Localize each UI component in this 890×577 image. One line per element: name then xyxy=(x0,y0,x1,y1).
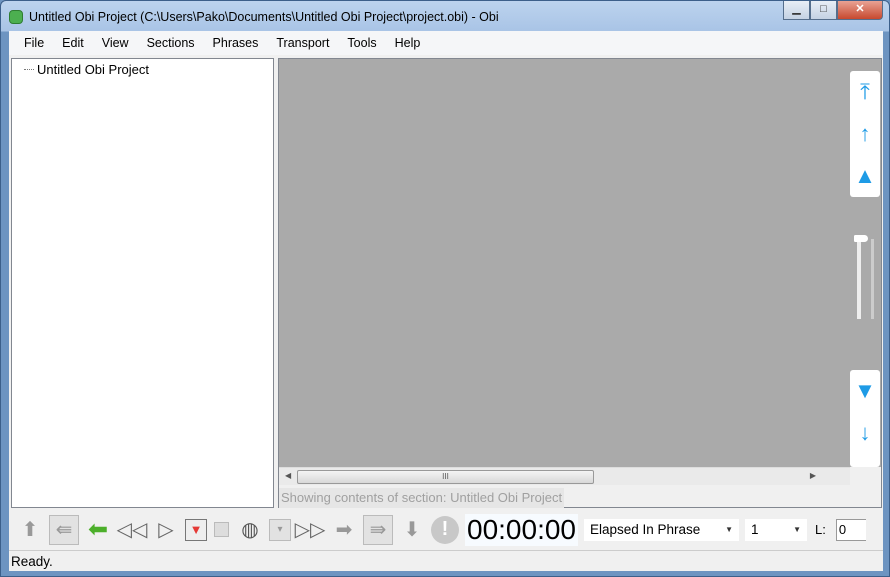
slider-track xyxy=(857,239,861,319)
scroll-up-icon[interactable]: ▲ xyxy=(850,155,880,197)
status-text: Ready. xyxy=(11,554,53,569)
tree-item-label: Untitled Obi Project xyxy=(37,62,149,77)
next-section-icon[interactable]: ⬇ xyxy=(397,515,427,545)
menu-file[interactable]: File xyxy=(15,36,53,50)
pause-record-icon[interactable]: ▾ xyxy=(269,518,291,541)
tree-connector xyxy=(24,69,34,70)
scroll-right-icon[interactable]: ▶ xyxy=(810,471,816,480)
obi-app-icon xyxy=(9,10,23,24)
alert-icon[interactable]: ! xyxy=(431,515,459,544)
menu-tools[interactable]: Tools xyxy=(338,36,385,50)
next-page-icon[interactable]: ➡ xyxy=(329,515,359,545)
minimize-button[interactable]: ▁ xyxy=(783,1,810,20)
status-bar: Ready. xyxy=(9,550,883,571)
previous-page-icon[interactable]: ⬅ xyxy=(83,515,113,545)
time-mode-dropdown[interactable]: Elapsed In Phrase ▼ xyxy=(584,518,739,541)
content-area[interactable] xyxy=(279,59,850,467)
menu-transport[interactable]: Transport xyxy=(267,36,338,50)
page-up-icon[interactable]: ↑ xyxy=(850,113,880,155)
menu-view[interactable]: View xyxy=(93,36,138,50)
section-status: Showing contents of section: Untitled Ob… xyxy=(279,488,565,508)
slider-track-secondary xyxy=(871,239,874,319)
monitor-waveform-icon[interactable]: ◍ xyxy=(235,515,265,545)
menu-help[interactable]: Help xyxy=(386,36,430,50)
window-title: Untitled Obi Project (C:\Users\Pako\Docu… xyxy=(29,10,499,24)
play-icon[interactable]: ▷ xyxy=(151,515,181,545)
level-label: L: xyxy=(815,522,826,537)
next-phrase-icon[interactable]: ⇛ xyxy=(363,514,393,545)
menu-edit[interactable]: Edit xyxy=(53,36,93,50)
menu-phrases[interactable]: Phrases xyxy=(204,36,268,50)
close-button[interactable]: ✕ xyxy=(837,1,883,20)
page-down-icon[interactable]: ↓ xyxy=(850,412,880,454)
level-input[interactable]: 0 xyxy=(835,518,866,541)
transport-toolbar: ⬆ ⇚ ⬅ ◁◁ ▷ ▼ ◍ ▾ ▷▷ ➡ ⇛ ⬇ ! 00:00:00 Ela… xyxy=(9,511,883,548)
zoom-slider[interactable] xyxy=(854,235,876,325)
app-window: Untitled Obi Project (C:\Users\Pako\Docu… xyxy=(0,0,890,577)
maximize-button[interactable]: □ xyxy=(810,1,837,20)
content-view: ⤒ ↑ ▲ ▼ ↓ ⤓ ◀ III ▶ S xyxy=(278,58,882,508)
vertical-navigation-strip: ⤒ ↑ ▲ ▼ ↓ ⤓ xyxy=(850,59,881,467)
slider-thumb[interactable] xyxy=(854,235,868,242)
title-bar: Untitled Obi Project (C:\Users\Pako\Docu… xyxy=(9,7,499,27)
level-dropdown[interactable]: 1 ▼ xyxy=(745,518,807,541)
rewind-icon[interactable]: ◁◁ xyxy=(117,515,148,545)
go-to-top-icon[interactable]: ⤒ xyxy=(850,71,880,113)
stop-icon[interactable] xyxy=(211,515,231,545)
chevron-down-icon: ▼ xyxy=(725,525,733,534)
menu-sections[interactable]: Sections xyxy=(138,36,204,50)
level-value: 1 xyxy=(751,522,759,537)
chevron-down-icon: ▼ xyxy=(793,525,801,534)
scroll-left-icon[interactable]: ◀ xyxy=(285,471,291,480)
tree-item-project[interactable]: Untitled Obi Project xyxy=(24,62,149,77)
menu-bar: File Edit View Sections Phrases Transpor… xyxy=(9,31,883,55)
fast-forward-icon[interactable]: ▷▷ xyxy=(295,515,326,545)
go-to-bottom-icon[interactable]: ⤓ xyxy=(850,454,880,467)
toc-tree: Untitled Obi Project xyxy=(11,58,274,508)
time-mode-value: Elapsed In Phrase xyxy=(590,522,701,537)
previous-phrase-icon[interactable]: ⇚ xyxy=(49,514,79,545)
horizontal-scrollbar[interactable]: ◀ III ▶ xyxy=(279,467,850,485)
scrollbar-thumb[interactable]: III xyxy=(297,470,594,484)
previous-section-icon[interactable]: ⬆ xyxy=(15,515,45,545)
record-icon[interactable]: ▼ xyxy=(185,518,207,541)
time-display: 00:00:00 xyxy=(465,513,578,546)
scroll-down-icon[interactable]: ▼ xyxy=(850,370,880,412)
